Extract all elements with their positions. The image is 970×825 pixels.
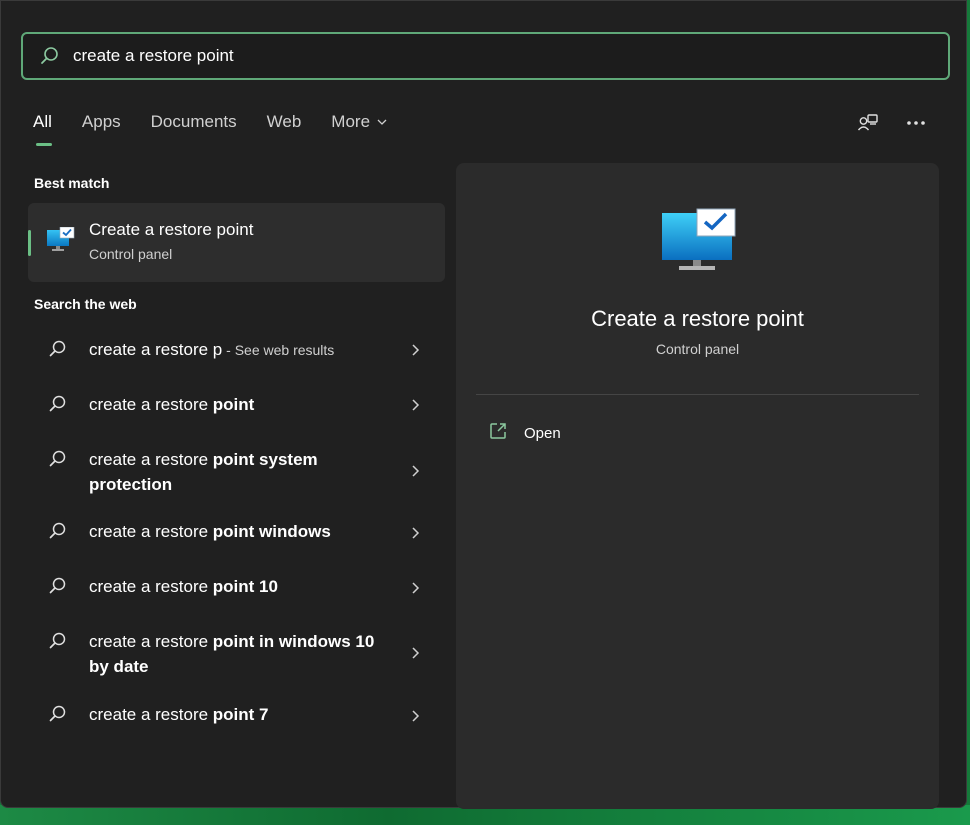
query-text: create a restore <box>89 705 213 724</box>
query-text: create a restore <box>89 450 213 469</box>
best-match-title: Create a restore point <box>89 220 254 239</box>
web-result-item[interactable]: create a restore point windows <box>28 519 445 547</box>
chevron-right-icon <box>410 526 420 545</box>
chevron-right-icon <box>410 709 420 728</box>
tab-label: Web <box>266 112 302 131</box>
query-text: create a restore p <box>89 340 223 359</box>
open-external-icon <box>488 421 508 445</box>
tab-apps[interactable]: Apps <box>82 112 121 132</box>
web-result-text: create a restore point 10 <box>89 574 379 599</box>
web-result-item[interactable]: create a restore point in windows 10 by … <box>28 629 445 681</box>
open-label: Open <box>524 424 561 442</box>
web-result-item[interactable]: create a restore point <box>28 392 445 420</box>
web-result-text: create a restore point <box>89 392 379 417</box>
completion-text: point 10 <box>212 577 278 596</box>
chevron-right-icon <box>410 646 420 665</box>
search-icon <box>48 576 68 601</box>
search-icon <box>48 631 68 656</box>
completion-text: point windows <box>212 522 331 541</box>
search-icon <box>48 521 68 546</box>
web-result-text: create a restore point 7 <box>89 702 379 727</box>
monitor-check-icon <box>661 208 737 279</box>
chevron-right-icon <box>410 464 420 483</box>
tab-label: More <box>331 112 371 131</box>
search-icon <box>48 449 68 474</box>
tab-label: All <box>33 112 52 131</box>
query-text: create a restore <box>89 522 213 541</box>
search-icon <box>48 704 68 729</box>
best-match-subtitle: Control panel <box>89 246 173 262</box>
web-result-text: create a restore point system protection <box>89 447 379 497</box>
more-options-icon[interactable] <box>904 111 928 135</box>
preview-title: Create a restore point <box>591 306 804 331</box>
selection-indicator <box>28 230 31 256</box>
account-switch-icon[interactable] <box>856 111 880 135</box>
monitor-check-icon <box>46 226 76 260</box>
tab-all[interactable]: All <box>33 112 52 146</box>
tab-label: Apps <box>81 112 121 131</box>
tab-more[interactable]: More <box>331 112 388 132</box>
filter-tabs: All Apps Documents Web More <box>33 112 418 146</box>
chevron-right-icon <box>410 343 420 362</box>
web-result-item[interactable]: create a restore point 7 <box>28 702 445 730</box>
search-input[interactable] <box>73 46 948 66</box>
tab-documents[interactable]: Documents <box>151 112 237 132</box>
best-match-heading: Best match <box>34 175 110 191</box>
open-action[interactable]: Open <box>488 421 561 445</box>
web-result-item[interactable]: create a restore point system protection <box>28 447 445 499</box>
search-box[interactable] <box>21 32 950 80</box>
web-result-text: create a restore point windows <box>89 519 379 544</box>
query-text: create a restore <box>89 577 213 596</box>
search-icon <box>48 339 68 364</box>
chevron-right-icon <box>410 398 420 417</box>
web-result-text: create a restore point in windows 10 by … <box>89 629 379 679</box>
header-actions <box>856 111 928 135</box>
preview-panel: Create a restore point Control panel Ope… <box>456 163 939 809</box>
divider <box>476 394 919 395</box>
search-icon <box>48 394 68 419</box>
best-match-result[interactable]: Create a restore point Control panel <box>28 203 445 282</box>
query-text: create a restore <box>89 632 213 651</box>
search-window: All Apps Documents Web More Best match C… <box>0 0 967 809</box>
search-web-heading: Search the web <box>34 296 137 312</box>
chevron-right-icon <box>410 581 420 600</box>
completion-text: point <box>212 395 255 414</box>
tab-web[interactable]: Web <box>267 112 302 132</box>
preview-subtitle: Control panel <box>655 341 740 357</box>
web-hint: - See web results <box>222 342 335 358</box>
query-text: create a restore <box>89 395 213 414</box>
web-result-item[interactable]: create a restore point 10 <box>28 574 445 602</box>
web-result-text: create a restore p - See web results <box>89 337 379 363</box>
web-result-item[interactable]: create a restore p - See web results <box>28 337 445 365</box>
completion-text: point 7 <box>212 705 269 724</box>
chevron-down-icon <box>376 116 388 128</box>
search-icon <box>39 45 61 67</box>
tab-label: Documents <box>150 112 237 131</box>
